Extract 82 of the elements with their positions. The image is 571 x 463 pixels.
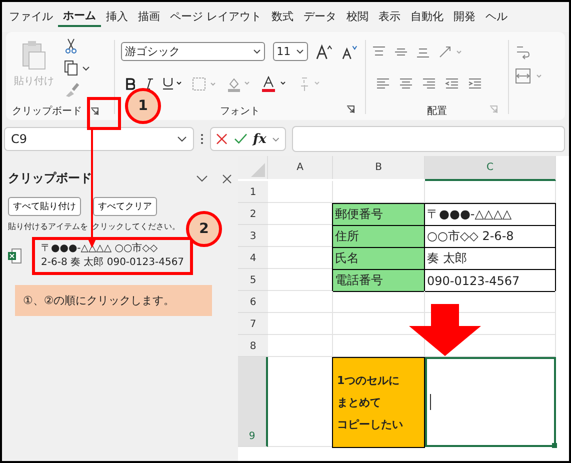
underline-icon[interactable] [163,77,183,90]
bold-icon[interactable] [125,78,135,90]
column-header[interactable]: A [268,156,333,179]
close-icon[interactable] [216,133,228,145]
table-cell: 住所 [332,225,425,248]
group-label: フォント [220,105,260,118]
menu-tab[interactable]: 挿入 [101,8,133,26]
check-icon[interactable] [234,133,247,145]
name-box[interactable]: C9 [4,127,194,151]
row-header[interactable]: 4 [238,247,268,269]
font-size-field[interactable]: 11 [272,42,308,62]
down-arrow [409,304,481,356]
decrease-indent-icon[interactable] [445,78,459,90]
copy-icon[interactable] [64,60,90,76]
row-header[interactable]: 8 [238,335,268,357]
wrap-text-icon[interactable] [515,44,531,60]
brush-icon[interactable] [64,82,80,98]
table-cell: 氏名 [332,247,425,270]
align-middle-icon[interactable] [394,46,408,58]
menu-tab[interactable]: 開発 [448,8,480,26]
selected-cell[interactable] [425,357,556,447]
italic-icon[interactable] [144,78,154,90]
caret-icon [177,136,187,142]
row-header[interactable]: 2 [238,203,268,225]
align-left-icon[interactable] [376,78,390,90]
caret-icon[interactable] [272,136,280,142]
align-top-icon[interactable] [372,46,386,58]
spreadsheet-icon [8,248,22,264]
pane-button[interactable]: すべて貼り付け [8,197,81,216]
shrink-font-icon[interactable] [341,44,360,60]
dialog-launcher-icon[interactable] [346,105,355,114]
menu-tab[interactable]: 自動化 [406,8,448,26]
column-header[interactable]: B [333,156,425,179]
increase-indent-icon[interactable] [468,78,482,90]
align-right-icon[interactable] [422,78,436,90]
note-callout: ①、②の順にクリックします。 [15,285,212,316]
menu-tab[interactable]: 数式 [266,8,298,26]
row-header[interactable]: 5 [238,269,268,291]
group-label: 配置 [427,104,447,118]
menu-tab[interactable]: ページ レイアウト [165,8,266,26]
caret-icon [296,49,304,54]
pane-title: クリップボード [8,170,93,187]
text-cursor [430,394,431,410]
more-options-icon[interactable] [200,133,204,145]
grow-font-icon[interactable] [316,44,334,60]
menu-tab[interactable]: ファイル [4,8,58,26]
menu-tab[interactable]: ホーム [58,7,101,27]
table-cell: 1つのセルに まとめて コピーしたい [332,357,425,448]
close-icon[interactable] [222,174,232,184]
table-cell: 〒●●●-△△△△ [424,203,556,226]
pane-button[interactable]: すべてクリア [93,197,157,216]
group-label: クリップボード [12,104,82,118]
row-header[interactable]: 7 [238,313,268,335]
menu-tab[interactable]: 校閲 [342,8,374,26]
table-cell: 090-0123-4567 [424,269,556,292]
dialog-launcher-icon[interactable] [90,106,99,116]
table-cell: 郵便番号 [332,203,425,226]
menu-tab[interactable]: 表示 [374,8,406,26]
font-name-field[interactable]: 游ゴシック [121,42,265,62]
row-header[interactable]: 3 [238,225,268,247]
clipboard-item[interactable]: 〒●●●-△△△△ ○○市◇◇ 2-6-8 奏 太郎 090-0123-4567 [32,237,194,275]
highlight-frame [87,97,121,130]
row-header[interactable]: 9 [238,357,268,447]
menu-tab[interactable]: ヘル [480,8,512,26]
insert-function-button[interactable]: fx [252,132,266,146]
chevron-down-icon[interactable] [196,174,208,182]
clipboard-icon [21,40,47,70]
formula-input[interactable] [292,126,565,152]
scissors-icon[interactable] [64,38,78,54]
row-header[interactable]: 1 [238,181,268,203]
menu-tab[interactable]: データ [298,8,342,26]
align-bottom-icon[interactable] [416,46,430,58]
menu-tab[interactable]: 描画 [133,8,165,26]
table-cell: 奏 太郎 [424,247,556,270]
column-header[interactable]: C [425,156,556,181]
instruction-text: 貼り付けるアイテムをクリックしてください。 [8,221,180,232]
caret-icon [252,49,261,54]
table-cell: 電話番号 [332,269,425,292]
align-center-icon[interactable] [399,78,413,90]
row-header[interactable]: 6 [238,291,268,313]
step-marker: 2 [186,211,222,247]
borders-icon[interactable] [192,76,218,91]
